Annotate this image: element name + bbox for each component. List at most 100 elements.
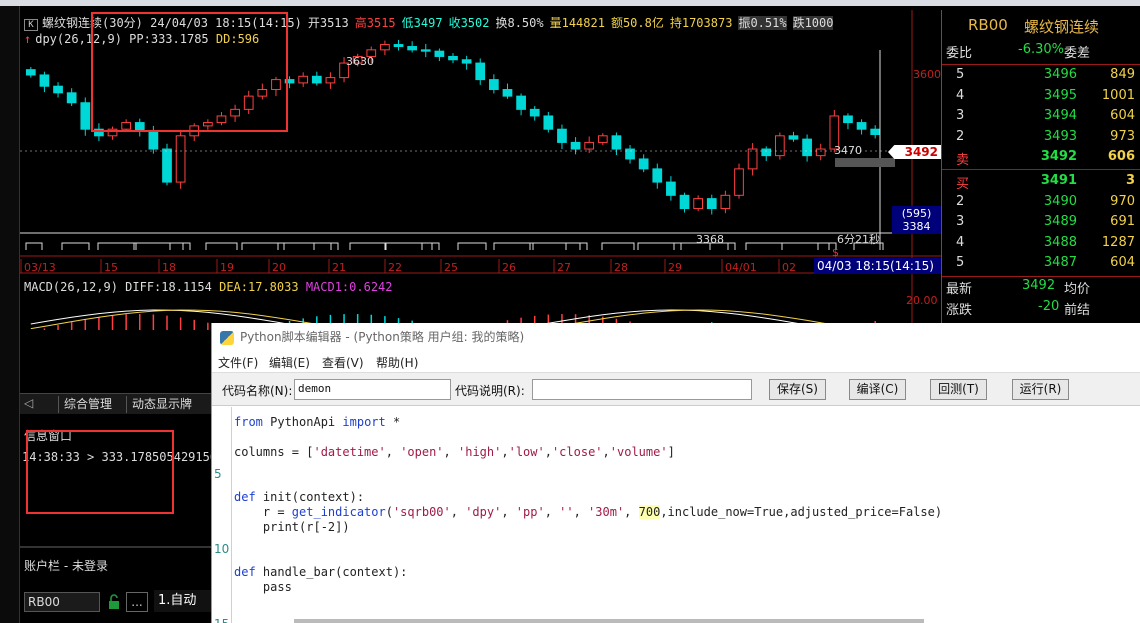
cursor-time-box: 04/03 18:15(14:15)	[814, 258, 941, 274]
python-icon	[220, 330, 234, 345]
more-button[interactable]: ...	[126, 592, 148, 612]
candle	[39, 74, 50, 87]
candle	[25, 69, 36, 76]
date-tick-label: 03/13	[24, 261, 56, 274]
horizontal-scrollbar[interactable]	[294, 619, 924, 623]
bottom-tabs: ◁ 综合管理 动态显示牌	[20, 393, 212, 414]
bid-row[interactable]: 2 3490 970	[942, 194, 1140, 214]
ask-row[interactable]: 2 3493 973	[942, 129, 1140, 149]
volume-bracket	[637, 242, 682, 250]
line-number: 5	[214, 467, 222, 481]
ask-row[interactable]: 卖 3492 606	[942, 149, 1140, 169]
auto-mode-select[interactable]: 1.自动	[154, 590, 212, 612]
candle	[788, 135, 799, 140]
low-mark: 3368	[696, 233, 724, 246]
line-number: 15	[214, 617, 229, 623]
left-side-strip	[0, 6, 20, 623]
code-token: 'dpy'	[465, 505, 502, 519]
code-desc-input[interactable]	[532, 379, 752, 400]
volume-bracket	[493, 242, 534, 250]
bid-row[interactable]: 4 3488 1287	[942, 235, 1140, 255]
code-token: 'close'	[551, 445, 603, 459]
book-level: 3	[956, 214, 965, 229]
divider	[942, 169, 1140, 170]
menu-view[interactable]: 查看(V)	[322, 354, 364, 371]
date-tick-label: 29	[668, 261, 682, 274]
book-qty: 691	[1110, 214, 1135, 229]
date-tick-label: 19	[220, 261, 234, 274]
macd-macd1: MACD1:0.6242	[305, 280, 393, 294]
date-tick-label: 18	[162, 261, 176, 274]
candle	[298, 75, 309, 84]
volume-box: (595) 3384	[892, 206, 941, 234]
arrow-icon: ↑	[24, 32, 32, 46]
date-tick-label: 26	[502, 261, 516, 274]
vol-value: 3384	[902, 220, 931, 233]
candle	[638, 158, 649, 170]
book-price: 3489	[1043, 214, 1077, 229]
candle	[652, 168, 663, 183]
candle	[420, 49, 431, 52]
candle	[162, 148, 172, 183]
menu-help[interactable]: 帮助(H)	[376, 354, 418, 371]
unlock-icon[interactable]	[106, 594, 122, 610]
candle	[679, 194, 690, 210]
code-name-input[interactable]: demon	[294, 379, 451, 400]
compile-button[interactable]: 编译(C)	[849, 379, 906, 400]
code-token: PythonApi	[262, 415, 343, 429]
book-qty: 1001	[1101, 87, 1135, 103]
code-area[interactable]: 5 10 15 from PythonApi import * columns …	[212, 407, 1140, 623]
symbol-input[interactable]: RB00	[24, 592, 100, 612]
tab-dynamic-board[interactable]: 动态显示牌	[126, 396, 197, 413]
backtest-button[interactable]: 回测(T)	[930, 379, 987, 400]
tab-comprehensive[interactable]: 综合管理	[58, 396, 117, 413]
bid-row[interactable]: 5 3487 604	[942, 255, 1140, 275]
vol-paren: (595)	[901, 207, 932, 220]
account-bar: 账户栏 - 未登录	[24, 559, 108, 573]
menu-file[interactable]: 文件(F)	[218, 354, 258, 371]
ask-row[interactable]: 4 3495 1001	[942, 88, 1140, 108]
date-tick-label: 20	[272, 261, 286, 274]
code-token: 'low'	[508, 445, 545, 459]
current-mark: 3470	[834, 144, 862, 157]
candle	[543, 115, 554, 130]
code-token: ''	[559, 505, 574, 519]
candle	[734, 168, 744, 196]
ask-row[interactable]: 3 3494 604	[942, 108, 1140, 128]
ask-row[interactable]: 5 3496 849	[942, 67, 1140, 87]
k-icon[interactable]: K	[24, 19, 38, 31]
candle	[148, 130, 159, 150]
tab-prev-icon[interactable]: ◁	[24, 396, 33, 410]
volume-bracket	[529, 242, 581, 250]
candle	[311, 75, 322, 84]
menu-edit[interactable]: 编辑(E)	[269, 354, 310, 371]
date-tick-label: 25	[444, 261, 458, 274]
code-token: import	[342, 415, 386, 429]
editor-menu-bar: 文件(F) 编辑(E) 查看(V) 帮助(H)	[212, 351, 1140, 371]
book-price: 3492	[1040, 149, 1077, 164]
code-text[interactable]: from PythonApi import * columns = ['date…	[234, 415, 942, 595]
book-qty: 606	[1107, 149, 1135, 164]
code-token: *	[385, 415, 401, 429]
date-tick-label: 15	[104, 261, 118, 274]
candle	[325, 77, 336, 84]
run-button[interactable]: 运行(R)	[1012, 379, 1069, 400]
countdown-label: 6分21秒	[837, 232, 880, 246]
candle	[66, 92, 77, 104]
candle	[597, 135, 608, 143]
candle	[815, 148, 826, 157]
latest-row: 最新 3492 均价	[942, 278, 1140, 298]
bid-row[interactable]: 买 3491 3	[942, 173, 1140, 193]
book-qty: 970	[1110, 193, 1135, 209]
candle	[611, 135, 622, 150]
bid-row[interactable]: 3 3489 691	[942, 214, 1140, 234]
code-token: pass	[234, 580, 292, 594]
save-button[interactable]: 保存(S)	[769, 379, 826, 400]
code-token: get_indicator	[291, 505, 386, 519]
code-token: r =	[234, 505, 292, 519]
code-token: 'volume'	[609, 445, 668, 459]
candle	[175, 135, 186, 183]
candle	[774, 135, 785, 157]
candle	[693, 198, 704, 210]
volume-bracket	[745, 242, 783, 250]
